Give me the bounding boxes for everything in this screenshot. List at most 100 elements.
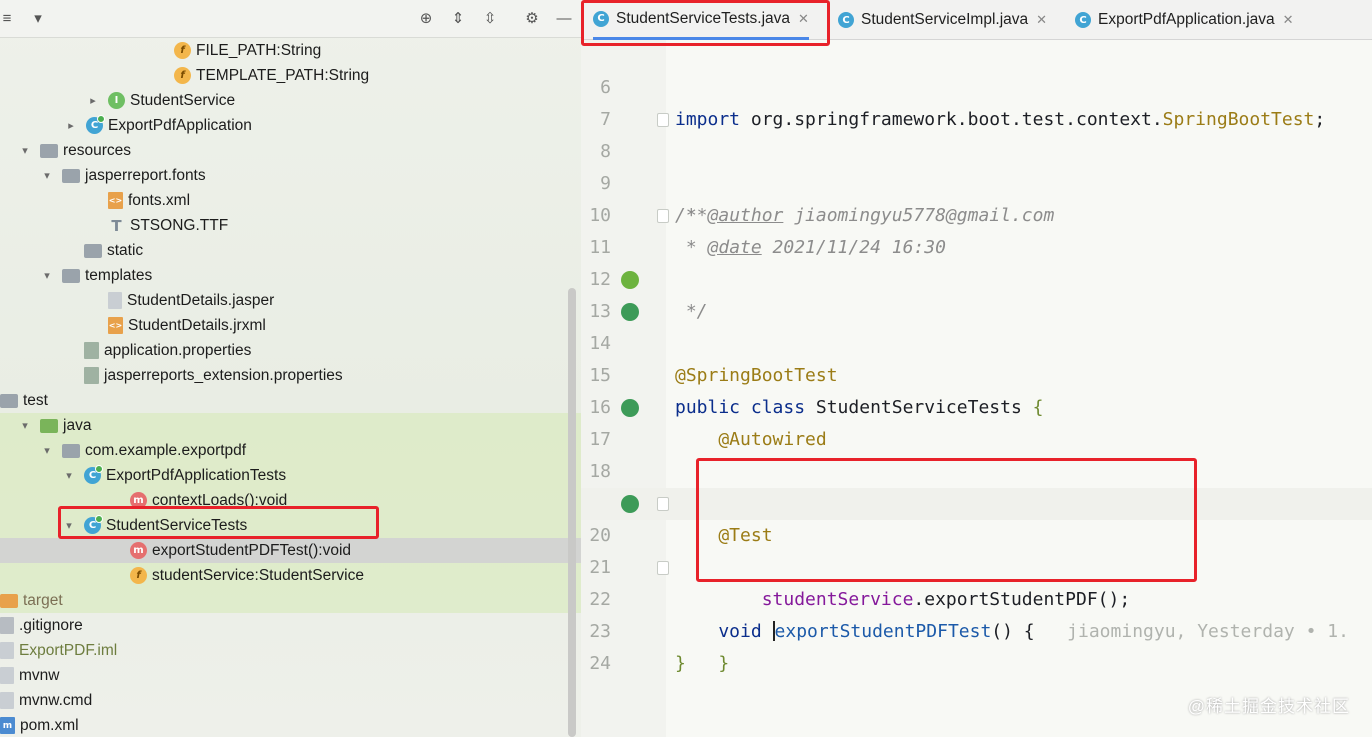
tree-item[interactable]: T STSONG.TTF bbox=[0, 213, 581, 238]
properties-file-icon bbox=[84, 342, 99, 359]
tab-export-pdf-application[interactable]: C ExportPdfApplication.java ✕ bbox=[1075, 0, 1294, 40]
maven-icon: m bbox=[0, 717, 15, 734]
tree-item-label: .gitignore bbox=[19, 616, 83, 634]
tree-item[interactable]: ▾ C ExportPdfApplicationTests bbox=[0, 463, 581, 488]
code-line: 12 bbox=[581, 232, 1372, 290]
tree-item[interactable]: jasperreports_extension.properties bbox=[0, 363, 581, 388]
tree-item[interactable]: ▾ java bbox=[0, 413, 581, 438]
tree-item-label: ExportPdfApplicationTests bbox=[106, 466, 287, 484]
tree-item-label: pom.xml bbox=[20, 716, 79, 734]
spring-bean-icon[interactable] bbox=[621, 271, 639, 289]
settings-icon[interactable]: ⚙ bbox=[522, 9, 542, 29]
tree-item[interactable]: m pom.xml bbox=[0, 713, 581, 737]
tree-item[interactable]: ▾ resources bbox=[0, 138, 581, 163]
tree-item-label: jasperreports_extension.properties bbox=[104, 366, 343, 384]
code-line: 24 bbox=[581, 616, 1372, 674]
tree-item[interactable]: mvnw.cmd bbox=[0, 688, 581, 713]
menu-icon[interactable]: ≡ bbox=[0, 9, 14, 29]
excluded-folder-icon bbox=[0, 593, 18, 608]
chevron-icon[interactable]: ▸ bbox=[86, 94, 100, 108]
folder-icon bbox=[84, 243, 102, 258]
tree-item[interactable]: application.properties bbox=[0, 338, 581, 363]
chevron-icon[interactable]: ▾ bbox=[18, 144, 32, 158]
tree-item-label: java bbox=[63, 416, 92, 434]
run-test-icon[interactable] bbox=[621, 303, 639, 321]
close-icon[interactable]: ✕ bbox=[1036, 12, 1047, 28]
chevron-icon[interactable]: ▸ bbox=[64, 119, 78, 133]
tree-item[interactable]: <> StudentDetails.jrxml bbox=[0, 313, 581, 338]
tree-item[interactable]: ▾ jasperreport.fonts bbox=[0, 163, 581, 188]
tree-item[interactable]: static bbox=[0, 238, 581, 263]
tree-item[interactable]: StudentDetails.jasper bbox=[0, 288, 581, 313]
tree-item-label: fonts.xml bbox=[128, 191, 191, 209]
tree-item[interactable]: ▾ com.example.exportpdf bbox=[0, 438, 581, 463]
tree-item[interactable]: f FILE_PATH:String bbox=[0, 38, 581, 63]
method-icon: m bbox=[130, 542, 147, 559]
field-icon: f bbox=[174, 42, 191, 59]
chevron-icon[interactable]: ▾ bbox=[18, 419, 32, 433]
tree-item[interactable]: f TEMPLATE_PATH:String bbox=[0, 63, 581, 88]
tab-student-service-impl[interactable]: C StudentServiceImpl.java ✕ bbox=[838, 0, 1047, 40]
tree-item-label: test bbox=[23, 391, 48, 409]
file-icon bbox=[0, 642, 14, 659]
tree-item[interactable]: target bbox=[0, 588, 581, 613]
tree-item[interactable]: ▾ templates bbox=[0, 263, 581, 288]
tree-item[interactable]: .gitignore bbox=[0, 613, 581, 638]
tree-item-label: FILE_PATH:String bbox=[196, 41, 322, 59]
tree-item[interactable]: mvnw bbox=[0, 663, 581, 688]
close-icon[interactable]: ✕ bbox=[1283, 12, 1294, 28]
autowired-navigate-icon[interactable] bbox=[621, 399, 639, 417]
tree-item-label: TEMPLATE_PATH:String bbox=[196, 66, 370, 84]
tree-item-label: StudentDetails.jasper bbox=[127, 291, 275, 309]
fold-icon[interactable] bbox=[657, 113, 669, 127]
tree-item-label: mvnw.cmd bbox=[19, 691, 93, 709]
tree-item-label: com.example.exportpdf bbox=[85, 441, 247, 459]
xml-file-icon: <> bbox=[108, 317, 123, 334]
line-number: 24 bbox=[589, 653, 611, 674]
run-test-icon[interactable] bbox=[621, 495, 639, 513]
expand-all-icon[interactable]: ⇕ bbox=[448, 9, 468, 29]
font-file-icon: T bbox=[111, 216, 122, 235]
tree-item-label: StudentDetails.jrxml bbox=[128, 316, 266, 334]
locate-icon[interactable]: ⊕ bbox=[416, 9, 436, 29]
tree-item[interactable]: <> fonts.xml bbox=[0, 188, 581, 213]
tree-item-label: jasperreport.fonts bbox=[85, 166, 206, 184]
tree-item[interactable]: ExportPDF.iml bbox=[0, 638, 581, 663]
chevron-icon[interactable]: ▾ bbox=[40, 269, 54, 283]
code-line: 14 public class StudentServiceTests { bbox=[581, 296, 1372, 418]
tree-item[interactable]: m exportStudentPDFTest():void bbox=[0, 538, 581, 563]
tree-item[interactable]: ▾test bbox=[0, 388, 581, 413]
fold-icon[interactable] bbox=[657, 209, 669, 223]
code-editor[interactable]: 6 import org.springframework.boot.test.c… bbox=[581, 40, 1372, 737]
interface-icon: I bbox=[108, 92, 125, 109]
code-line: 17 private StudentService studentService… bbox=[581, 392, 1372, 514]
tree-scrollbar[interactable] bbox=[568, 288, 576, 737]
tree-item[interactable]: ▸ I StudentService bbox=[0, 88, 581, 113]
dropdown-icon[interactable]: ▾ bbox=[28, 9, 48, 29]
fold-icon[interactable] bbox=[657, 497, 669, 511]
tree-item[interactable]: f studentService:StudentService bbox=[0, 563, 581, 588]
tree-item-label: mvnw bbox=[19, 666, 60, 684]
chevron-icon[interactable]: ▾ bbox=[40, 169, 54, 183]
highlight-box-tree-item bbox=[58, 506, 379, 539]
code-line: 23 } bbox=[581, 584, 1372, 674]
chevron-icon[interactable]: ▾ bbox=[40, 444, 54, 458]
fold-icon[interactable] bbox=[657, 561, 669, 575]
chevron-icon[interactable]: ▾ bbox=[62, 469, 76, 483]
gitignore-icon bbox=[0, 617, 14, 634]
hide-icon[interactable]: — bbox=[554, 9, 574, 29]
collapse-all-icon[interactable]: ⇳ bbox=[480, 9, 500, 29]
tree-item[interactable]: ▸ C ExportPdfApplication bbox=[0, 113, 581, 138]
file-icon bbox=[0, 692, 14, 709]
tree-item-label: ExportPDF.iml bbox=[19, 641, 118, 659]
code-line: 15 bbox=[581, 328, 1372, 386]
java-class-icon: C bbox=[838, 12, 854, 28]
tree-item-label: templates bbox=[85, 266, 153, 284]
code-line: 7 bbox=[581, 72, 1372, 130]
